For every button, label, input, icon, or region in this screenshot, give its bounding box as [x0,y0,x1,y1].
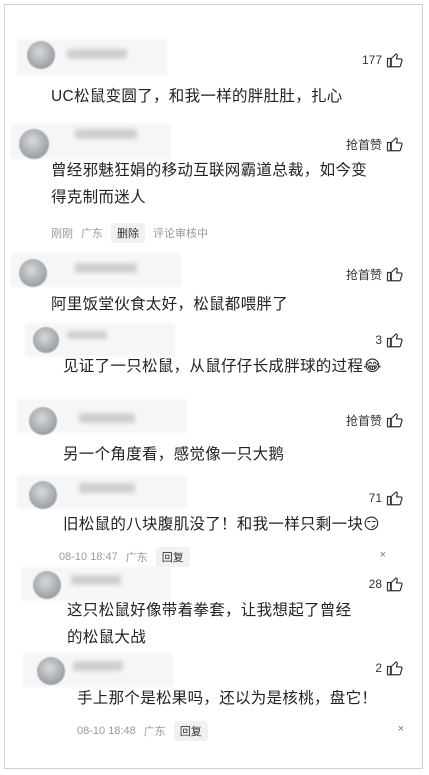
list-item: 抢首赞 另一个角度看，感觉像一只大鹅 [5,397,422,469]
like-button[interactable]: 3 [375,331,404,349]
reply-button[interactable]: 回复 [173,721,208,741]
close-icon[interactable]: × [380,549,386,561]
review-status: 评论审核中 [153,228,208,240]
comment-location: 广东 [81,228,103,240]
username[interactable] [71,575,121,585]
comment-text: 曾经邪魅狂娟的移动互联网霸道总裁，如今变得克制而迷人 [51,162,368,206]
like-button[interactable]: 2 [375,659,404,677]
list-item: 2 手上那个是松果吗，还以为是核桃，盘它！ 08-10 18:48 广东 回复 … [5,651,422,751]
thumbs-up-icon [386,267,403,282]
close-icon[interactable]: × [398,723,404,735]
avatar[interactable] [19,129,49,159]
like-button[interactable]: 71 [369,489,404,507]
like-count: 28 [368,577,382,591]
thumbs-up-icon [386,53,403,68]
username[interactable] [67,331,107,339]
list-item: 177 UC松鼠变圆了，和我一样的胖肚肚，扎心 [5,35,422,115]
username[interactable] [75,129,137,139]
avatar[interactable] [33,327,59,353]
thumbs-up-icon [386,491,403,506]
avatar[interactable] [29,481,57,509]
list-item: 28 这只松鼠好像带着拳套，让我想起了曾经的松鼠大战 [5,565,422,651]
like-count: 71 [368,491,382,505]
thumbs-up-icon [386,413,403,428]
comment-meta: 刚刚 广东 删除 评论审核中 [51,223,208,243]
comment-meta: 08-10 18:48 广东 回复 [77,721,208,741]
comment-text: 阿里饭堂伙食太好，松鼠都喂胖了 [51,296,289,313]
avatar[interactable] [19,259,47,287]
comment-time: 刚刚 [51,228,73,240]
thumbs-up-icon [386,137,403,152]
thumbs-up-icon [386,333,403,348]
comment-time: 08-10 18:48 [77,725,136,737]
comment-text: 见证了一只松鼠，从鼠仔仔长成胖球的过程😂 [63,358,382,375]
comment-feed: 177 UC松鼠变圆了，和我一样的胖肚肚，扎心 抢首赞 曾经邪魅狂娟的移动互联网… [4,4,423,769]
avatar[interactable] [29,407,57,435]
thumbs-up-icon [386,577,403,592]
like-button[interactable]: 抢首赞 [346,265,404,283]
reply-button[interactable]: 回复 [155,547,190,567]
like-button[interactable]: 抢首赞 [346,411,404,429]
like-count: 2 [375,661,382,675]
username[interactable] [73,661,123,671]
comment-text: 另一个角度看，感觉像一只大鹅 [63,446,285,463]
delete-button[interactable]: 删除 [111,223,145,243]
username[interactable] [67,49,127,59]
username[interactable] [79,413,135,423]
like-count: 177 [361,53,382,67]
comment-text: 手上那个是松果吗，还以为是核桃，盘它！ [77,690,378,707]
list-item: 3 见证了一只松鼠，从鼠仔仔长成胖球的过程😂 [5,321,422,393]
like-button[interactable]: 28 [369,575,404,593]
like-label: 抢首赞 [345,413,382,428]
comment-text: UC松鼠变圆了，和我一样的胖肚肚，扎心 [51,88,343,105]
comment-text: 这只松鼠好像带着拳套，让我想起了曾经的松鼠大战 [67,602,352,646]
like-button[interactable]: 抢首赞 [346,135,404,153]
like-button[interactable]: 177 [362,51,404,69]
list-item: 71 旧松鼠的八块腹肌没了！和我一样只剩一块😏 08-10 18:47 广东 回… [5,473,422,567]
avatar[interactable] [37,657,65,685]
comment-meta: 08-10 18:47 广东 回复 [59,547,190,567]
username[interactable] [75,263,137,273]
username[interactable] [79,483,135,493]
comment-time: 08-10 18:47 [59,551,118,563]
list-item: 抢首赞 阿里饭堂伙食太好，松鼠都喂胖了 [5,251,422,319]
like-count: 3 [375,333,382,347]
comment-text: 旧松鼠的八块腹肌没了！和我一样只剩一块😏 [63,516,380,533]
avatar[interactable] [33,571,61,599]
like-label: 抢首赞 [345,137,382,152]
like-label: 抢首赞 [345,267,382,282]
thumbs-up-icon [386,661,403,676]
comment-location: 广东 [125,552,148,564]
comment-location: 广东 [143,726,166,738]
avatar[interactable] [27,41,55,69]
list-item: 抢首赞 曾经邪魅狂娟的移动互联网霸道总裁，如今变得克制而迷人 刚刚 广东 删除 … [5,117,422,252]
